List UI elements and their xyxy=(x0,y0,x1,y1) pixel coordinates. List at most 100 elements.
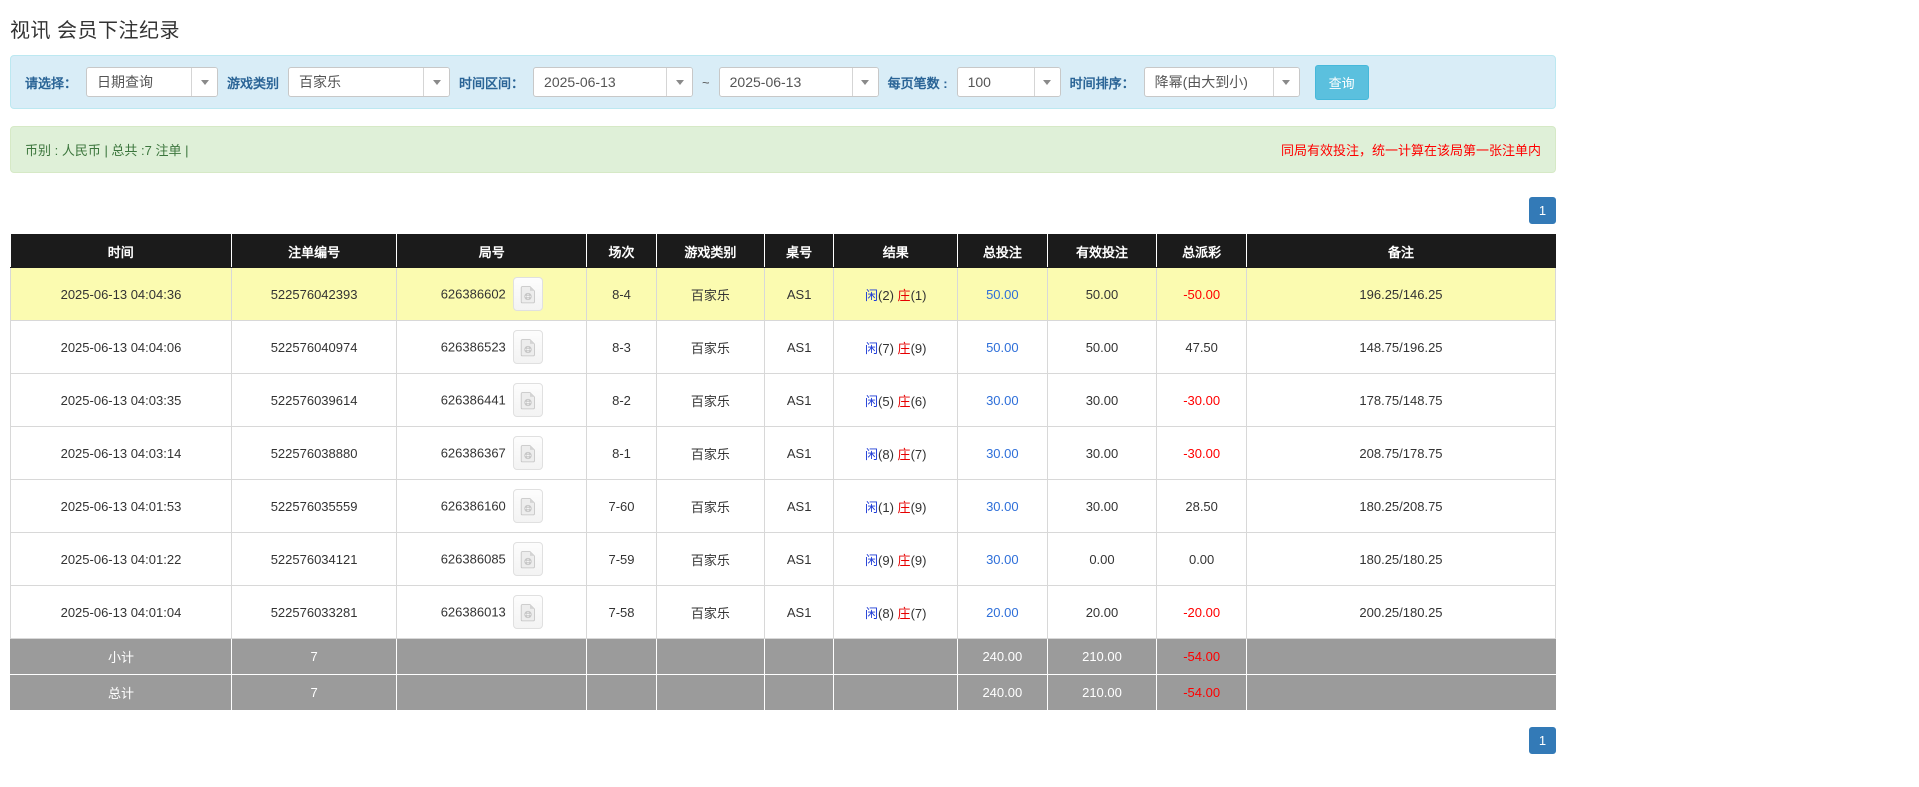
column-header-round: 局号 xyxy=(397,235,587,268)
round-number: 626386523 xyxy=(441,340,506,355)
page-button-1[interactable]: 1 xyxy=(1529,727,1556,754)
result-player-label: 闲 xyxy=(865,447,878,462)
video-icon xyxy=(520,338,536,357)
cell-time: 2025-06-13 04:01:04 xyxy=(11,586,232,639)
cell-table-no: AS1 xyxy=(764,268,834,321)
total-bet-link[interactable]: 30.00 xyxy=(986,446,1019,461)
date-from-select[interactable]: 2025-06-13 xyxy=(533,67,693,97)
cell-payout: 28.50 xyxy=(1157,480,1247,533)
cell-session: 8-4 xyxy=(587,268,657,321)
summary-valid-bet: 210.00 xyxy=(1047,639,1157,675)
result-banker-score: (9) xyxy=(911,553,927,568)
summary-empty xyxy=(834,639,958,675)
cell-table-no: AS1 xyxy=(764,480,834,533)
cell-result: 闲(8) 庄(7) xyxy=(834,427,958,480)
cell-round: 626386367 xyxy=(397,427,587,480)
summary-empty xyxy=(764,639,834,675)
cell-round: 626386013 xyxy=(397,586,587,639)
search-button[interactable]: 查询 xyxy=(1315,65,1369,100)
cell-valid-bet: 20.00 xyxy=(1047,586,1157,639)
result-banker-score: (9) xyxy=(911,500,927,515)
page-title: 视讯 会员下注纪录 xyxy=(10,0,1556,55)
result-banker-score: (9) xyxy=(911,341,927,356)
page-button-1[interactable]: 1 xyxy=(1529,197,1556,224)
game-type-select[interactable]: 百家乐 xyxy=(288,67,450,97)
cell-table-no: AS1 xyxy=(764,533,834,586)
total-bet-link[interactable]: 30.00 xyxy=(986,499,1019,514)
total-bet-link[interactable]: 20.00 xyxy=(986,605,1019,620)
table-row: 2025-06-13 04:04:06 522576040974 6263865… xyxy=(11,321,1556,374)
total-bet-link[interactable]: 30.00 xyxy=(986,393,1019,408)
result-player-score: (8) xyxy=(878,447,894,462)
cell-result: 闲(9) 庄(9) xyxy=(834,533,958,586)
cell-time: 2025-06-13 04:03:14 xyxy=(11,427,232,480)
video-icon-button[interactable] xyxy=(513,595,543,629)
video-icon-button[interactable] xyxy=(513,489,543,523)
cell-table-no: AS1 xyxy=(764,427,834,480)
cell-table-no: AS1 xyxy=(764,321,834,374)
video-icon-button[interactable] xyxy=(513,542,543,576)
table-row: 2025-06-13 04:03:14 522576038880 6263863… xyxy=(11,427,1556,480)
chevron-down-icon xyxy=(423,68,449,96)
cell-result: 闲(5) 庄(6) xyxy=(834,374,958,427)
result-player-score: (5) xyxy=(878,394,894,409)
total-bet-link[interactable]: 30.00 xyxy=(986,552,1019,567)
cell-payout: -30.00 xyxy=(1157,374,1247,427)
time-sort-value: 降幂(由大到小) xyxy=(1145,68,1273,96)
cell-game: 百家乐 xyxy=(656,480,764,533)
summary-totals: 币别 : 人民币 | 总共 :7 注单 | xyxy=(25,140,189,159)
page-size-select[interactable]: 100 xyxy=(957,67,1061,97)
result-banker-label: 庄 xyxy=(898,447,911,462)
result-player-score: (9) xyxy=(878,553,894,568)
cell-bet-id: 522576033281 xyxy=(231,586,396,639)
table-footer: 小计 7 240.00 210.00 -54.00 总计 7 240.00 21… xyxy=(11,639,1556,711)
cell-round: 626386085 xyxy=(397,533,587,586)
round-number: 626386441 xyxy=(441,393,506,408)
result-player-label: 闲 xyxy=(865,394,878,409)
cell-bet-id: 522576040974 xyxy=(231,321,396,374)
table-header-row: 时间 注单编号 局号 场次 游戏类别 桌号 结果 总投注 有效投注 总派彩 备注 xyxy=(11,235,1556,268)
cell-session: 7-60 xyxy=(587,480,657,533)
time-sort-label: 时间排序： xyxy=(1070,73,1135,92)
video-icon-button[interactable] xyxy=(513,436,543,470)
cell-valid-bet: 50.00 xyxy=(1047,321,1157,374)
query-type-value: 日期查询 xyxy=(87,68,191,96)
table-summary-row: 总计 7 240.00 210.00 -54.00 xyxy=(11,675,1556,711)
total-bet-link[interactable]: 50.00 xyxy=(986,340,1019,355)
result-player-score: (7) xyxy=(878,341,894,356)
date-to-select[interactable]: 2025-06-13 xyxy=(719,67,879,97)
cell-session: 8-3 xyxy=(587,321,657,374)
cell-bet-id: 522576039614 xyxy=(231,374,396,427)
round-number: 626386013 xyxy=(441,605,506,620)
cell-time: 2025-06-13 04:01:22 xyxy=(11,533,232,586)
query-type-select[interactable]: 日期查询 xyxy=(86,67,218,97)
cell-game: 百家乐 xyxy=(656,374,764,427)
video-icon-button[interactable] xyxy=(513,330,543,364)
cell-game: 百家乐 xyxy=(656,321,764,374)
cell-payout: -20.00 xyxy=(1157,586,1247,639)
cell-round: 626386602 xyxy=(397,268,587,321)
date-range-label: 时间区间： xyxy=(459,73,524,92)
column-header-remark: 备注 xyxy=(1246,235,1555,268)
cell-game: 百家乐 xyxy=(656,586,764,639)
column-header-result: 结果 xyxy=(834,235,958,268)
summary-empty xyxy=(656,675,764,711)
cell-valid-bet: 50.00 xyxy=(1047,268,1157,321)
game-type-label: 游戏类别 xyxy=(227,73,279,92)
result-player-label: 闲 xyxy=(865,500,878,515)
cell-result: 闲(2) 庄(1) xyxy=(834,268,958,321)
total-bet-link[interactable]: 50.00 xyxy=(986,287,1019,302)
cell-valid-bet: 30.00 xyxy=(1047,480,1157,533)
video-icon-button[interactable] xyxy=(513,277,543,311)
summary-empty xyxy=(834,675,958,711)
video-icon-button[interactable] xyxy=(513,383,543,417)
table-row: 2025-06-13 04:01:22 522576034121 6263860… xyxy=(11,533,1556,586)
cell-table-no: AS1 xyxy=(764,374,834,427)
time-sort-select[interactable]: 降幂(由大到小) xyxy=(1144,67,1300,97)
cell-payout: 47.50 xyxy=(1157,321,1247,374)
column-header-table-no: 桌号 xyxy=(764,235,834,268)
table-body: 2025-06-13 04:04:36 522576042393 6263866… xyxy=(11,268,1556,639)
summary-count: 7 xyxy=(231,639,396,675)
round-number: 626386085 xyxy=(441,552,506,567)
result-player-score: (2) xyxy=(878,288,894,303)
